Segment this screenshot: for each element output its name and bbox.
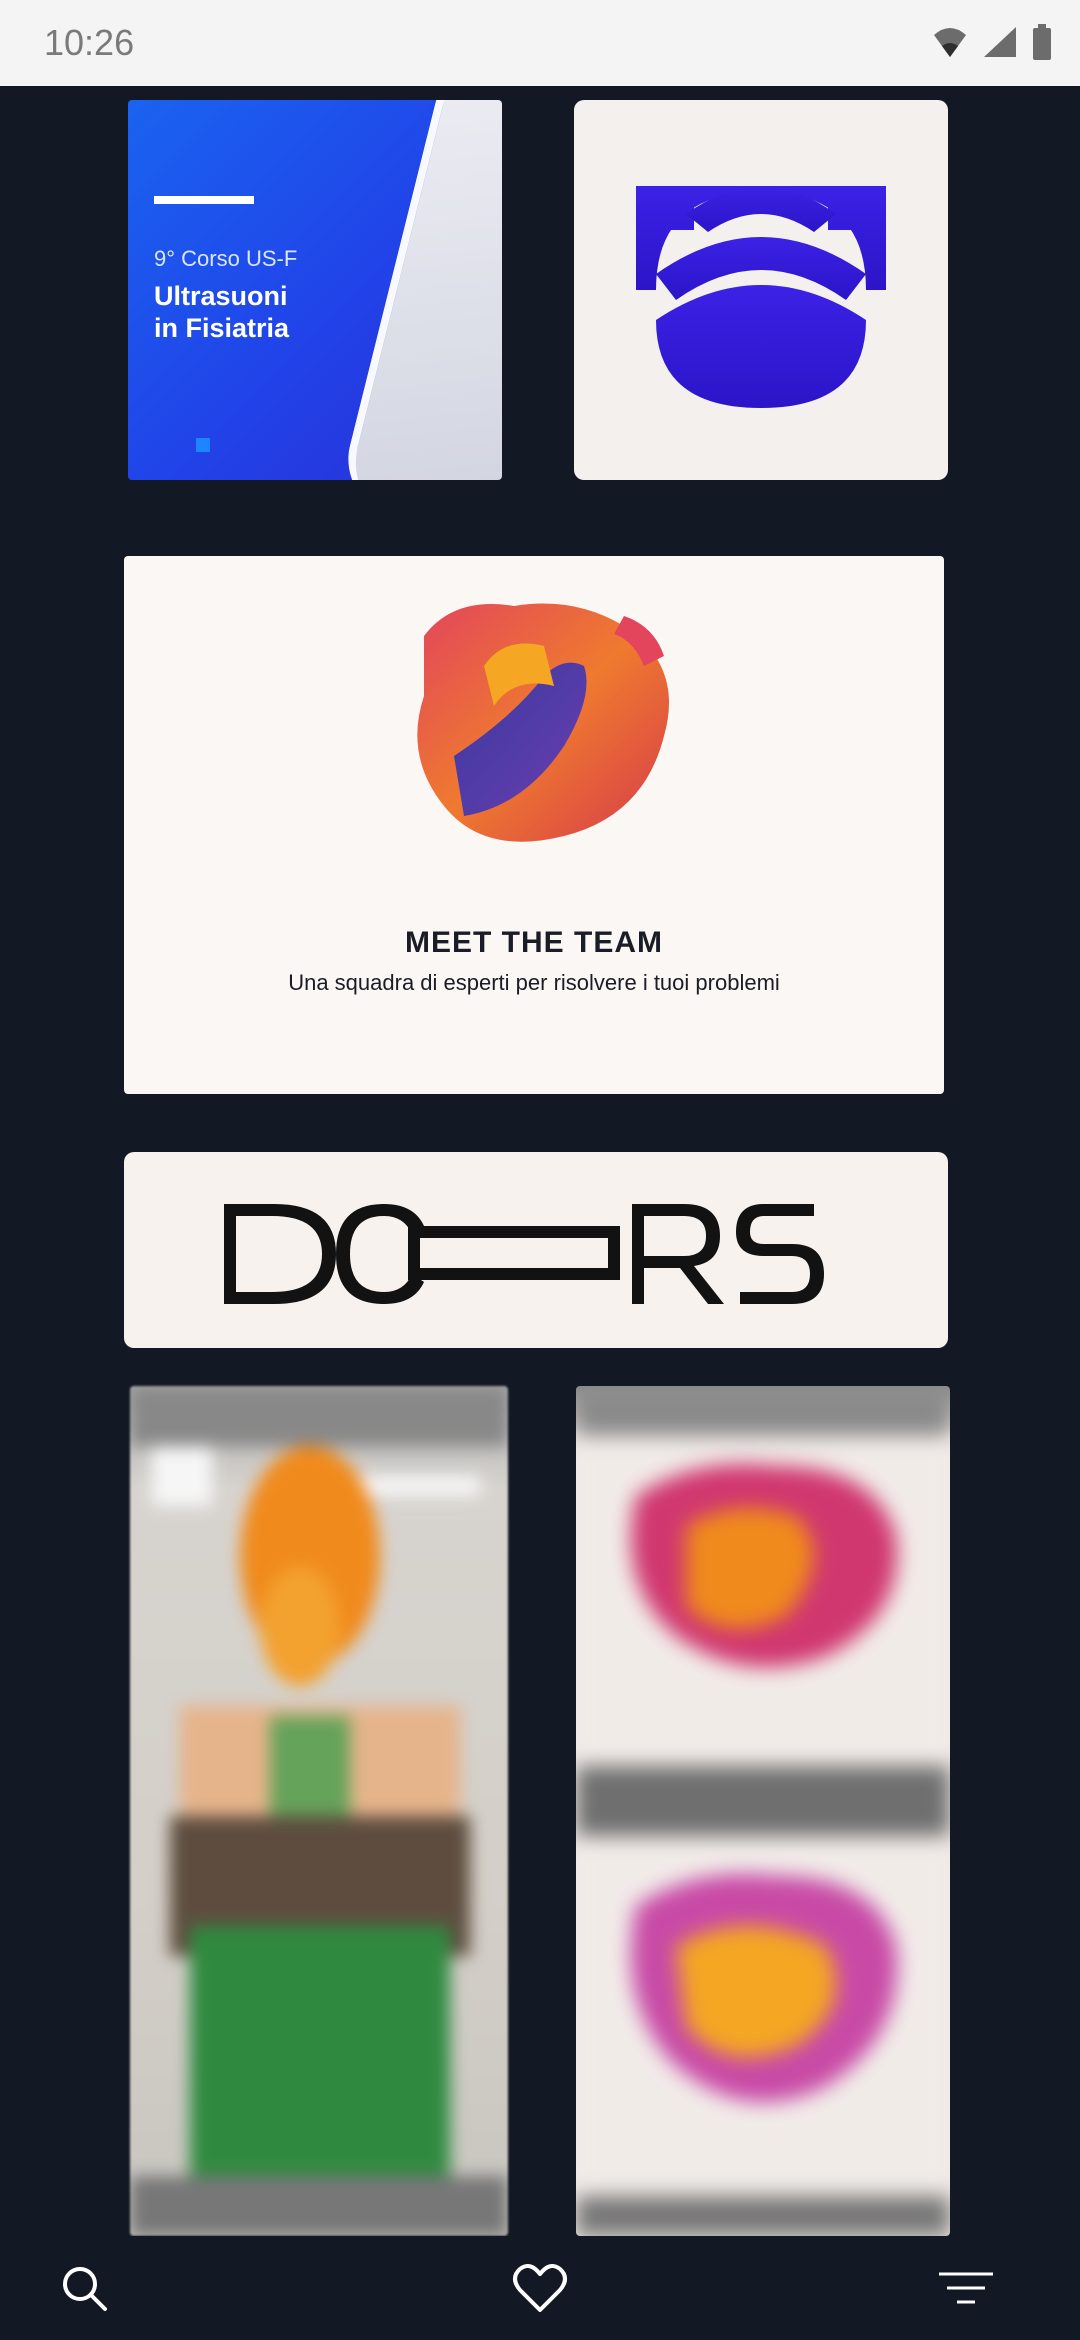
course-subtitle: 9° Corso US-F — [154, 246, 298, 271]
blurred-logos-card[interactable] — [576, 1386, 950, 2236]
doors-logo — [224, 1204, 824, 1304]
course-title-line2: in Fisiatria — [154, 313, 290, 343]
doors-logo-card[interactable] — [124, 1152, 948, 1348]
course-title-line1: Ultrasuoni — [154, 281, 288, 311]
meet-the-team-card[interactable]: MEET THE TEAM Una squadra di esperti per… — [124, 556, 944, 1094]
ultrasound-logo-icon — [636, 186, 886, 408]
blurred-logos-image — [576, 1386, 950, 2236]
team-subtitle: Una squadra di esperti per risolvere i t… — [288, 970, 780, 995]
menu-icon[interactable] — [936, 2258, 996, 2318]
signal-icon — [982, 25, 1018, 64]
course-dot — [196, 438, 210, 452]
status-bar: 10:26 — [0, 0, 1080, 86]
phone-image — [335, 100, 502, 480]
status-time: 10:26 — [44, 22, 135, 63]
wifi-icon — [932, 25, 968, 64]
image-feed[interactable]: 9° Corso US-F Ultrasuoni in Fisiatria ME… — [0, 86, 1080, 2236]
status-icons — [932, 22, 1052, 66]
bottom-navigation — [0, 2236, 1080, 2340]
team-logo-icon — [417, 603, 669, 842]
battery-icon — [1032, 23, 1052, 65]
candle-photo-card[interactable] — [130, 1386, 508, 2236]
heart-icon[interactable] — [510, 2258, 570, 2318]
course-title: Ultrasuoni in Fisiatria — [154, 280, 289, 344]
candle-image — [130, 1386, 508, 2236]
course-accent-bar — [154, 196, 254, 204]
course-poster-card[interactable]: 9° Corso US-F Ultrasuoni in Fisiatria — [128, 100, 502, 480]
team-title: MEET THE TEAM — [405, 926, 663, 959]
ultrasound-logo-card[interactable] — [574, 100, 948, 480]
search-icon[interactable] — [54, 2258, 114, 2318]
